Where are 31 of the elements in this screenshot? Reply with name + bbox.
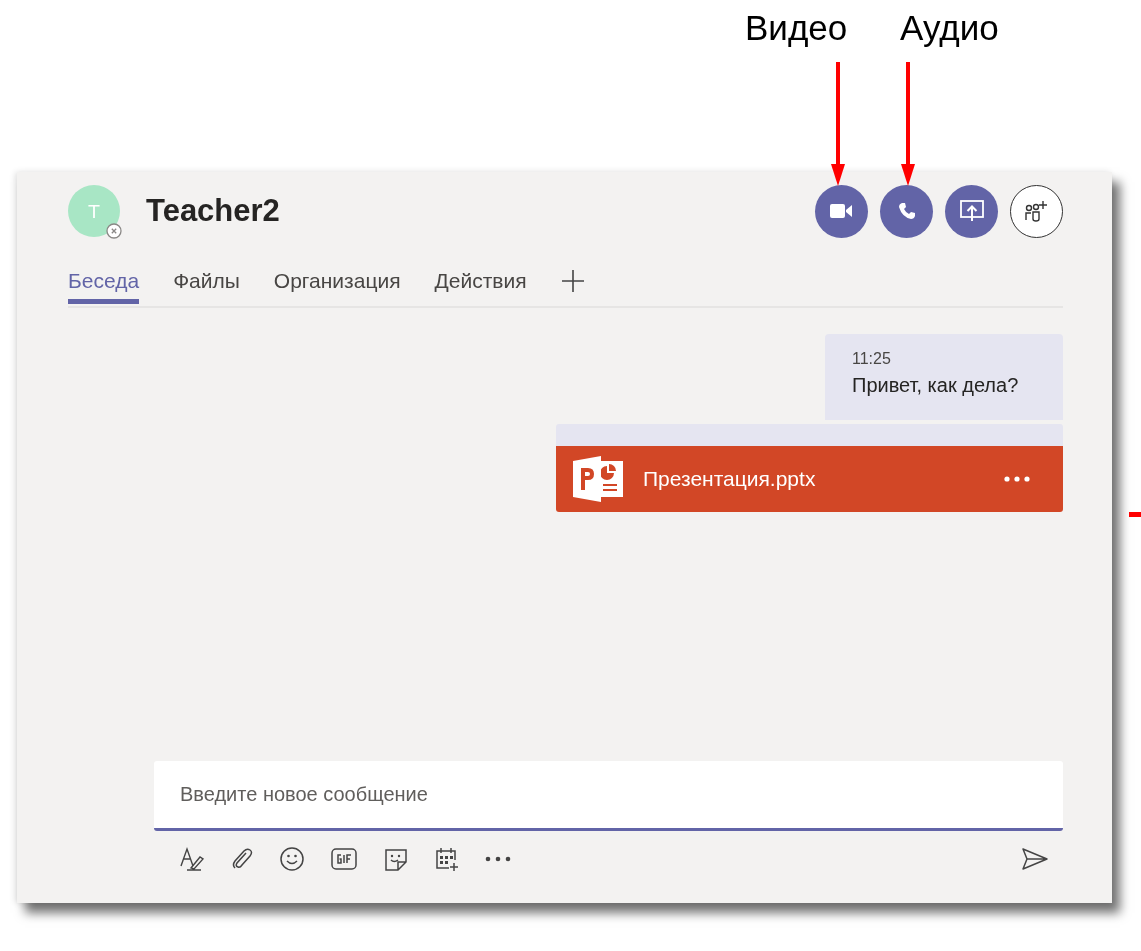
status-icon [106,223,122,239]
send-icon[interactable] [1021,847,1049,871]
add-people-button[interactable] [1010,184,1063,238]
annotation-mark [1129,512,1141,517]
video-camera-icon [828,202,855,220]
sticker-icon[interactable] [383,846,409,872]
annotation-label: Видео [745,7,848,49]
calendar-icon[interactable] [434,846,460,872]
tab[interactable]: Организация [273,260,401,304]
file-name: Презентация.pptx [643,467,816,491]
powerpoint-icon [573,456,625,502]
phone-icon [896,201,917,221]
avatar-initial: T [88,200,100,222]
video-call-button[interactable] [815,184,868,238]
format-icon[interactable] [179,846,205,872]
share-screen-button[interactable] [945,184,998,238]
tab[interactable]: Файлы [173,260,240,304]
message-text: Привет, как дела? [852,374,1020,397]
chat-title: Teacher2 [146,193,280,229]
gif-icon[interactable] [330,846,358,872]
add-tab-icon[interactable] [560,269,585,293]
message-time: 11:25 [852,350,892,368]
share-screen-icon [958,199,985,223]
emoji-icon[interactable] [279,846,305,872]
more-icon[interactable] [485,855,511,863]
message-field[interactable]: Введите новое сообщение [154,761,1063,831]
more-icon[interactable] [1003,475,1031,483]
audio-call-button[interactable] [880,184,933,238]
tab[interactable]: Действия [434,260,527,304]
tab[interactable]: Беседа [68,260,140,304]
annotation-label: Аудио [900,7,999,49]
